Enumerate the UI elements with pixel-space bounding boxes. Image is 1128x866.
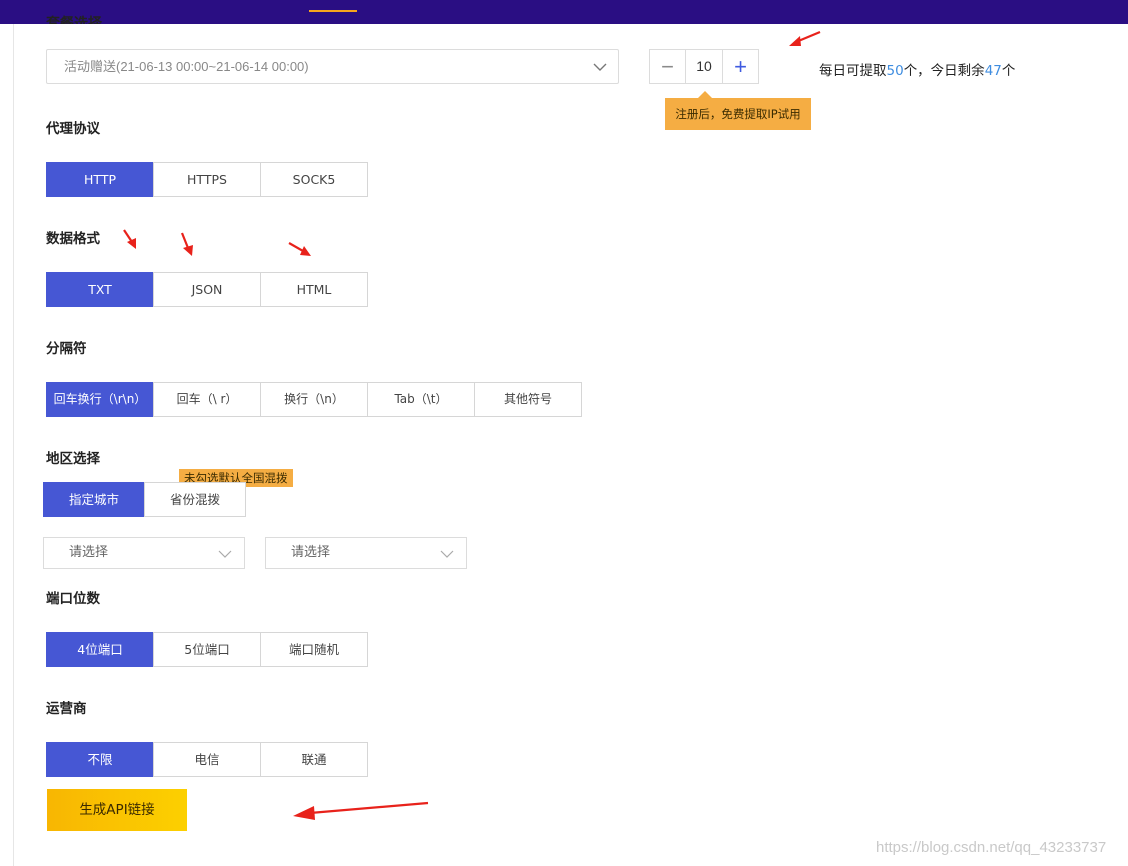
package-select[interactable]: 活动赠送(21-06-13 00:00~21-06-14 00:00): [46, 49, 619, 84]
chevron-down-icon: [218, 550, 232, 558]
annotation-arrow-icon: [123, 229, 136, 249]
separator-option-lf[interactable]: 换行（\n）: [260, 382, 368, 417]
port-options: 4位端口 5位端口 端口随机: [46, 632, 368, 667]
quota-suffix: 个: [1001, 63, 1016, 79]
chevron-down-icon: [593, 63, 607, 71]
carrier-option-unicom[interactable]: 联通: [260, 742, 368, 777]
package-section-title: 套餐选择: [46, 15, 102, 24]
region-option-province-mix[interactable]: 省份混拨: [144, 482, 246, 517]
format-title: 数据格式: [46, 231, 100, 247]
province-select-placeholder: 请选择: [69, 545, 109, 560]
chevron-down-icon: [440, 550, 454, 558]
content-left-border: [13, 24, 14, 866]
annotation-arrow-icon: [180, 232, 193, 256]
city-select[interactable]: 请选择: [265, 537, 467, 569]
annotation-arrow-icon: [288, 242, 311, 256]
extraction-quota: 每日可提取50个，今日剩余47个: [819, 59, 1015, 79]
increase-button[interactable]: +: [722, 50, 758, 83]
separator-option-other[interactable]: 其他符号: [474, 382, 582, 417]
generate-api-link-button[interactable]: 生成API链接: [47, 789, 187, 831]
format-option-txt[interactable]: TXT: [46, 272, 154, 307]
decrease-button[interactable]: −: [650, 50, 686, 83]
quantity-stepper: − 10 +: [649, 49, 759, 84]
carrier-option-any[interactable]: 不限: [46, 742, 154, 777]
province-select[interactable]: 请选择: [43, 537, 245, 569]
region-option-city[interactable]: 指定城市: [43, 482, 145, 517]
region-options: 指定城市 省份混拨: [43, 482, 246, 517]
separator-option-tab[interactable]: Tab（\t）: [367, 382, 475, 417]
separator-options: 回车换行（\r\n） 回车（\ r） 换行（\n） Tab（\t） 其他符号: [46, 382, 582, 417]
carrier-title: 运营商: [46, 701, 87, 717]
protocol-option-https[interactable]: HTTPS: [153, 162, 261, 197]
top-navigation-bar: [0, 0, 1128, 24]
format-option-json[interactable]: JSON: [153, 272, 261, 307]
watermark: https://blog.csdn.net/qq_43233737: [876, 839, 1107, 856]
protocol-options: HTTP HTTPS SOCK5: [46, 162, 368, 197]
quota-prefix: 每日可提取: [819, 63, 887, 79]
separator-title: 分隔符: [46, 341, 87, 357]
carrier-option-telecom[interactable]: 电信: [153, 742, 261, 777]
package-select-value: 活动赠送(21-06-13 00:00~21-06-14 00:00): [64, 59, 309, 74]
carrier-options: 不限 电信 联通: [46, 742, 368, 777]
port-option-5-digit[interactable]: 5位端口: [153, 632, 261, 667]
protocol-title: 代理协议: [46, 121, 100, 137]
register-tooltip: 注册后，免费提取IP试用: [665, 91, 811, 130]
protocol-option-sock5[interactable]: SOCK5: [260, 162, 368, 197]
format-options: TXT JSON HTML: [46, 272, 368, 307]
protocol-option-http[interactable]: HTTP: [46, 162, 154, 197]
format-option-html[interactable]: HTML: [260, 272, 368, 307]
annotation-arrow-icon: [293, 801, 429, 820]
annotation-arrow-icon: [789, 30, 821, 46]
port-option-4-digit[interactable]: 4位端口: [46, 632, 154, 667]
port-option-random[interactable]: 端口随机: [260, 632, 368, 667]
city-select-placeholder: 请选择: [291, 545, 331, 560]
quota-mid: 个，今日剩余: [903, 63, 985, 79]
remaining-count: 47: [984, 63, 1002, 79]
port-title: 端口位数: [46, 591, 100, 607]
separator-option-cr[interactable]: 回车（\ r）: [153, 382, 261, 417]
active-tab-indicator: [309, 10, 357, 12]
daily-limit: 50: [886, 63, 904, 79]
separator-option-crlf[interactable]: 回车换行（\r\n）: [46, 382, 154, 417]
quantity-value[interactable]: 10: [686, 50, 722, 83]
region-title: 地区选择: [46, 451, 100, 467]
